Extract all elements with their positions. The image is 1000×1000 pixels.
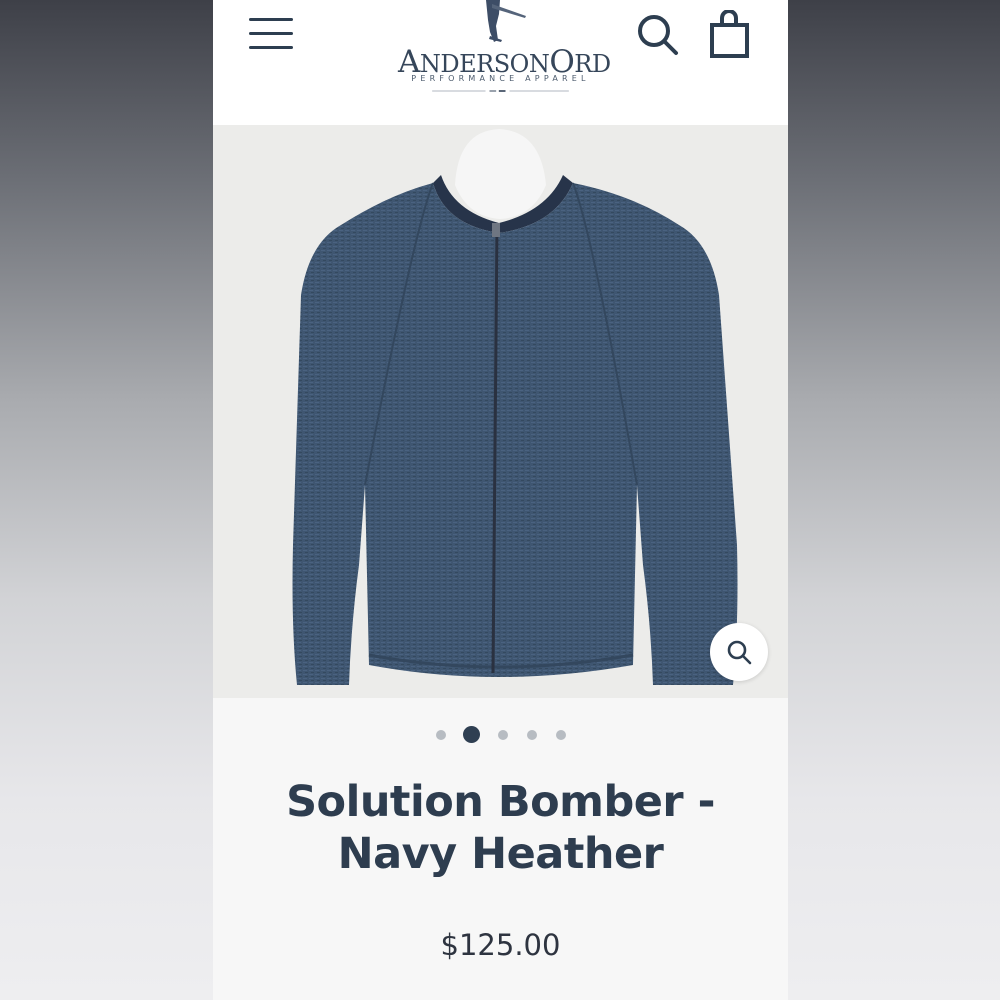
golfer-figure-icon xyxy=(486,0,526,42)
search-icon[interactable] xyxy=(635,12,681,58)
gallery-dot[interactable] xyxy=(436,730,446,740)
gallery-dot[interactable] xyxy=(498,730,508,740)
hamburger-menu-icon[interactable] xyxy=(249,16,293,52)
shopping-bag-icon[interactable] xyxy=(707,9,753,60)
gallery-dot[interactable] xyxy=(556,730,566,740)
logo-divider xyxy=(432,90,569,92)
product-title: Solution Bomber - Navy Heather xyxy=(233,776,768,880)
site-header: ANDERSONORD PERFORMANCE APPAREL xyxy=(213,0,788,125)
bomber-jacket-illustration xyxy=(292,129,738,685)
gallery-pagination xyxy=(213,726,788,744)
product-image[interactable] xyxy=(213,125,788,698)
zoom-icon[interactable] xyxy=(710,623,768,681)
gallery-dot[interactable] xyxy=(527,730,537,740)
logo-tagline: PERFORMANCE APPAREL xyxy=(411,74,590,83)
gallery-dot-active[interactable] xyxy=(463,726,480,743)
product-title-line1: Solution Bomber - xyxy=(286,777,715,827)
left-blur-background xyxy=(0,0,213,1000)
product-title-line2: Navy Heather xyxy=(337,829,664,879)
product-price: $125.00 xyxy=(440,928,561,962)
mobile-product-page: ANDERSONORD PERFORMANCE APPAREL Solution… xyxy=(213,0,788,1000)
brand-logo[interactable]: ANDERSONORD PERFORMANCE APPAREL xyxy=(398,0,611,100)
right-blur-background xyxy=(788,0,1000,1000)
